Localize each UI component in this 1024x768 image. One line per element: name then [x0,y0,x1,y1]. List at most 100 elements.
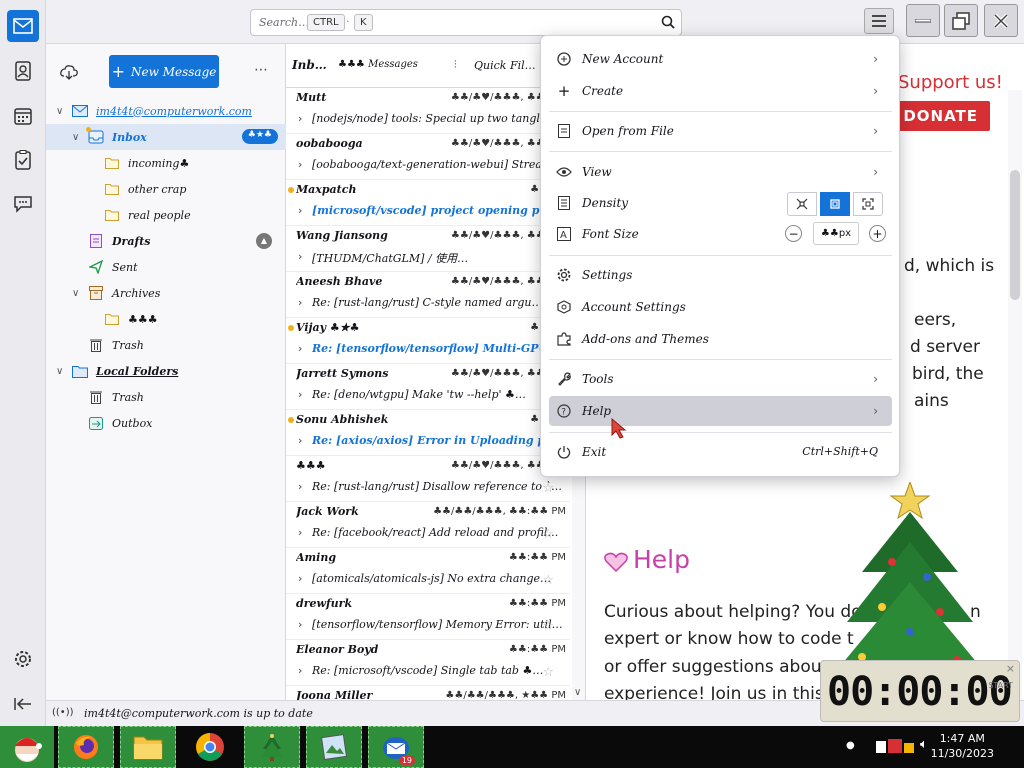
message-row[interactable]: Wang Jiansong ♣♣/♣♥/♣♣♣, ♣♣:♣♣ › [THUDM/Cha… [286,226,570,272]
get-messages-icon[interactable] [60,64,78,80]
help-heart-icon [604,552,628,572]
app-menu-button[interactable] [864,8,894,34]
thread-toggle-icon[interactable]: › [298,526,302,539]
scroll-down-icon[interactable]: ∨ [574,687,581,698]
address-book-button[interactable] [7,55,39,87]
menu-settings[interactable]: Settings [549,260,892,290]
more-options-icon[interactable]: ⋯ [254,62,268,78]
menu-view[interactable]: View › [549,157,892,187]
message-row[interactable]: Mutt ♣♣/♣♥/♣♣♣, ♣♣:♣♣ › [nodejs/node] tools… [286,88,570,134]
taskbar-photo-viewer[interactable] [306,726,362,768]
thread-toggle-icon[interactable]: › [298,664,302,677]
folder-incoming[interactable]: incoming♣ [46,150,286,176]
density-normal-button[interactable] [820,192,850,216]
taskbar-firefox[interactable] [58,726,114,768]
chat-button[interactable] [7,188,39,220]
thread-toggle-icon[interactable]: › [298,158,302,171]
message-row[interactable]: oobabooga ♣♣/♣♥/♣♣♣, ♣♣:♣♣ › [oobabooga/tex… [286,134,574,180]
thread-toggle-icon[interactable]: › [298,342,302,355]
folder-real-people[interactable]: real people [46,202,286,228]
local-folders-row[interactable]: ∨ Local Folders [46,358,286,384]
message-row[interactable]: Aming ♣♣:♣♣ PM › [atomicals/atomicals-js] N… [286,548,570,594]
taskbar-file-explorer[interactable] [120,726,176,768]
ctrl-key-hint: CTRL [307,14,345,31]
message-row[interactable]: Jack Work ♣♣/♣♣/♣♣♣, ♣♣:♣♣ PM › Re: [facebo… [286,502,570,548]
folder-archives[interactable]: ∨ Archives [46,280,286,306]
thread-toggle-icon[interactable]: › [298,388,302,401]
folder-label: incoming♣ [128,156,190,170]
account-row[interactable]: ∨ im4t4t@computerwork.com [46,98,286,124]
folder-other-crap[interactable]: other crap [46,176,286,202]
folder-inbox[interactable]: ∨ Inbox ♣★♣ [46,124,286,150]
menu-account-settings[interactable]: Account Settings [549,292,892,322]
thread-toggle-icon[interactable]: › [298,480,302,493]
clock-date: 11/30/2023 [930,747,994,760]
star-icon[interactable]: ☆ [542,527,554,542]
new-message-button[interactable]: + New Message [109,55,219,88]
global-search-input[interactable]: Search… CTRL · K [250,9,682,36]
thread-toggle-icon[interactable]: › [298,618,302,631]
menu-help[interactable]: ? Help › [549,396,892,426]
collapse-spaces-button[interactable] [7,688,39,720]
star-icon[interactable]: ☆ [542,619,554,634]
folder-sent[interactable]: Sent [46,254,286,280]
mail-count-badge: 19 [398,756,415,765]
timer-start-button[interactable]: START [988,681,1013,690]
menu-open-from-file[interactable]: Open from File › [549,116,892,146]
collapse-icon [14,697,32,711]
font-size-increase-button[interactable]: + [869,225,886,242]
density-touch-button[interactable] [853,192,883,216]
density-compact-button[interactable] [787,192,817,216]
thread-toggle-icon[interactable]: › [298,434,302,447]
message-row[interactable]: Sonu Abhishek♣♣♣♣›Re: [axios/axios] Erro… [286,410,570,456]
message-row[interactable]: drewfurk ♣♣:♣♣ PM › [tensorflow/tensorflow]… [286,594,570,640]
star-icon[interactable]: ☆ [542,481,554,496]
quick-filter-icon[interactable]: ⫶ [454,58,457,72]
calendar-button[interactable] [7,100,39,132]
folder-trash[interactable]: Trash [46,332,286,358]
star-icon[interactable]: ☆ [542,573,554,588]
quick-filter-button[interactable]: Quick Fil… [474,59,536,72]
local-folder-outbox[interactable]: Outbox [46,410,286,436]
minimize-button[interactable] [906,4,940,37]
menu-new-account[interactable]: New Account › [549,44,892,74]
message-row[interactable]: Maxpatch♣♣♣♣›[microsoft/vscode] project … [286,180,574,226]
start-button[interactable] [0,726,54,768]
thread-toggle-icon[interactable]: › [298,250,302,263]
thread-toggle-icon[interactable]: › [298,296,302,309]
folder-archive-year[interactable]: ♣♣♣ [46,306,286,332]
message-row[interactable]: Eleanor Boyd ♣♣:♣♣ PM › Re: [microsoft/vsco… [286,640,570,686]
timer-close-button[interactable]: × [1006,662,1015,675]
menu-addons-themes[interactable]: Add-ons and Themes [549,324,892,354]
menu-create[interactable]: + Create › [549,76,892,106]
restore-button[interactable] [944,4,978,37]
taskbar-xmas-tree[interactable] [244,726,300,768]
content-scrollbar[interactable] [1008,90,1022,700]
thread-toggle-icon[interactable]: › [298,572,302,585]
message-row[interactable]: Jarrett Symons ♣♣/♣♥/♣♣♣, ♣♣:♣♣ › Re: [deno… [286,364,570,410]
taskbar-thunderbird[interactable]: 19 [368,726,424,768]
settings-button[interactable] [7,643,39,675]
close-window-button[interactable] [984,4,1018,37]
message-row[interactable]: ♣♣♣ ♣♣/♣♥/♣♣♣, ♣♣:♣♣ › Re: [rust-lang/rust]… [286,456,570,502]
tasks-button[interactable] [7,144,39,176]
thread-toggle-icon[interactable]: › [298,112,302,125]
menu-tools[interactable]: Tools › [549,364,892,394]
local-folder-trash[interactable]: Trash [46,384,286,410]
message-row[interactable]: Aneesh Bhave ♣♣/♣♥/♣♣♣, ♣♣:♣♣ › Re: [rust-l… [286,272,570,318]
tray-icons[interactable] [874,737,918,757]
online-status-icon[interactable]: ((•)) [52,707,74,718]
font-size-decrease-button[interactable]: − [785,225,802,242]
volume-icon[interactable]: 🔈︎ [920,737,928,752]
mail-space-button[interactable] [7,10,39,42]
menu-exit[interactable]: Exit Ctrl+Shift+Q [549,437,892,467]
message-row[interactable]: Vijay ♣★♣♣♣♣♣›Re: [tensorflow/tensorflow… [286,318,573,364]
star-icon[interactable]: ☆ [542,665,554,680]
chevron-right-icon: › [873,404,878,418]
menu-label: Density [582,196,629,210]
message-row[interactable]: Joona Miller ♣♣/♣♣/♣♣♣, ★♣♣ PM [286,686,570,700]
taskbar-chrome[interactable] [182,726,238,768]
taskbar-clock[interactable]: 1:47 AM 11/30/2023 [931,731,994,761]
thread-toggle-icon[interactable]: › [298,204,302,217]
folder-drafts[interactable]: Drafts ▲ [46,228,286,254]
